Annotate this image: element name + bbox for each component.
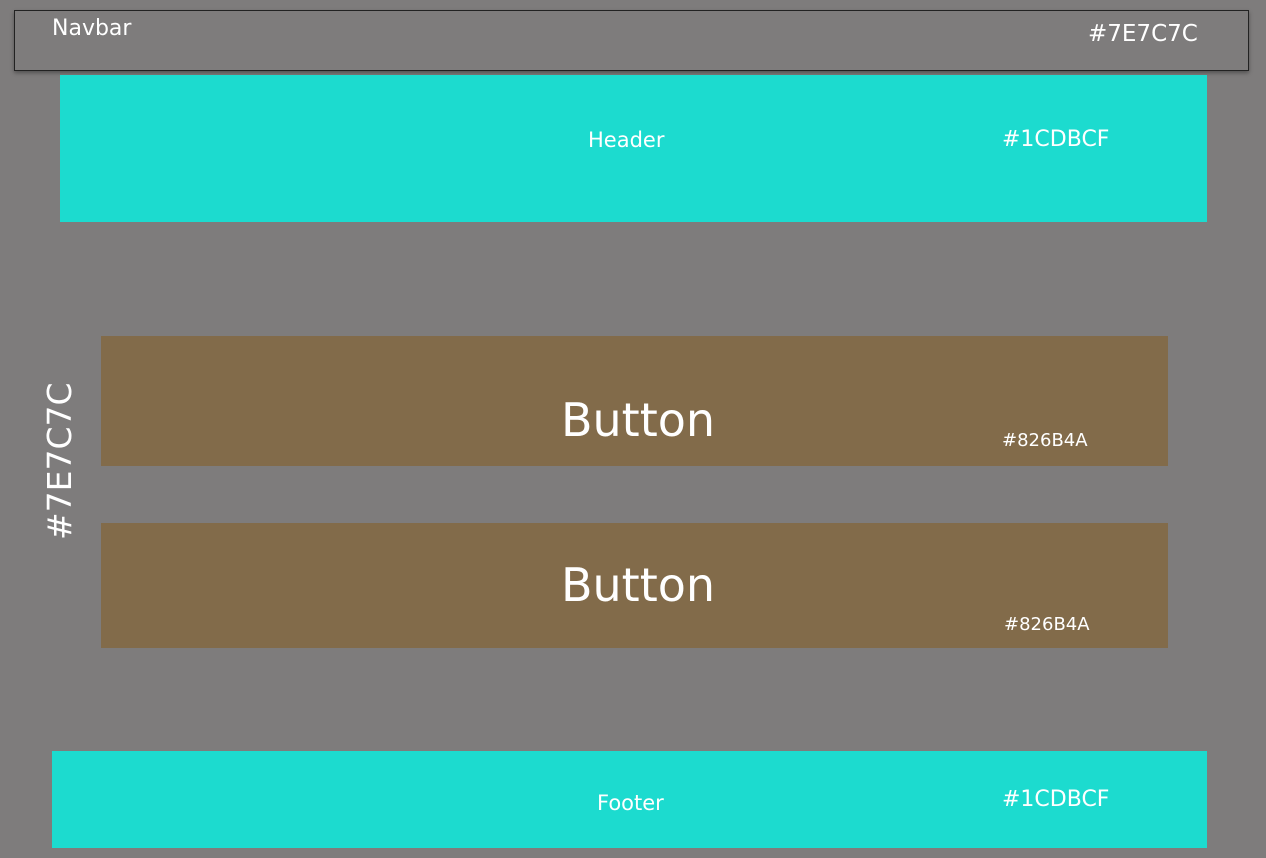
button-color-code: #826B4A	[1004, 614, 1090, 635]
header-color-code: #1CDBCF	[1002, 127, 1110, 152]
footer-color-code: #1CDBCF	[1002, 787, 1110, 812]
navbar-color-code: #7E7C7C	[1088, 21, 1198, 47]
primary-button[interactable]: Button #826B4A	[101, 336, 1168, 466]
secondary-button[interactable]: Button #826B4A	[101, 523, 1168, 648]
button-color-code: #826B4A	[1002, 430, 1088, 451]
footer-section: Footer #1CDBCF	[52, 751, 1207, 848]
header-label: Header	[588, 128, 665, 152]
footer-label: Footer	[597, 791, 664, 815]
page-background-color-code: #7E7C7C	[40, 382, 79, 540]
button-label: Button	[560, 558, 716, 612]
navbar-label: Navbar	[52, 16, 132, 41]
navbar: Navbar #7E7C7C	[14, 10, 1249, 71]
header-section: Header #1CDBCF	[60, 75, 1207, 222]
